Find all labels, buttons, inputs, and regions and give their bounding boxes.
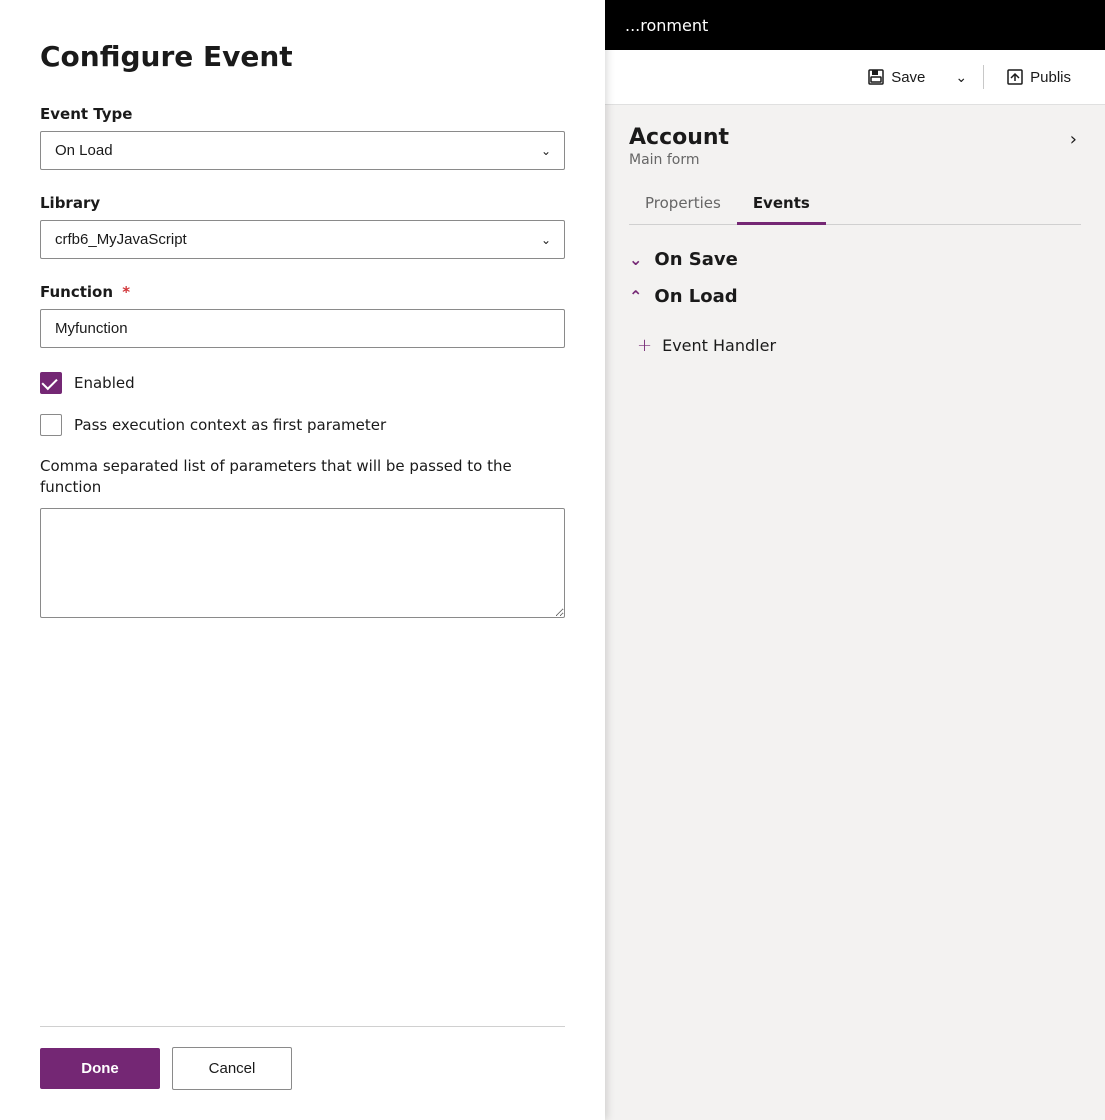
event-type-section: Event Type On Load On Save On Change ⌄ xyxy=(40,105,565,170)
on-load-group-header[interactable]: ⌃ On Load xyxy=(629,286,1081,307)
params-textarea[interactable] xyxy=(40,508,565,618)
cancel-button[interactable]: Cancel xyxy=(172,1047,292,1090)
library-section: Library crfb6_MyJavaScript ⌄ xyxy=(40,194,565,259)
publish-icon xyxy=(1006,68,1024,86)
pass-context-label: Pass execution context as first paramete… xyxy=(74,416,386,434)
configure-event-dialog: Configure Event Event Type On Load On Sa… xyxy=(0,0,605,1120)
save-dropdown-button[interactable]: ⌄ xyxy=(947,63,975,92)
event-handler-row[interactable]: + Event Handler xyxy=(637,335,1081,356)
pass-context-checkbox[interactable] xyxy=(40,414,62,436)
publish-button[interactable]: Publis xyxy=(992,62,1085,92)
function-input[interactable] xyxy=(40,309,565,348)
right-content: Account Main form › Properties Events ⌄ … xyxy=(605,105,1105,376)
on-save-title: On Save xyxy=(654,249,737,270)
account-info: Account Main form xyxy=(629,125,729,168)
app-header: ...ronment xyxy=(605,0,1105,50)
save-icon xyxy=(867,68,885,86)
dialog-scroll-area: Event Type On Load On Save On Change ⌄ L… xyxy=(40,105,565,1026)
function-section: Function * xyxy=(40,283,565,348)
save-button[interactable]: Save xyxy=(853,62,939,92)
function-label: Function * xyxy=(40,283,565,301)
toolbar: Save ⌄ Publis xyxy=(605,50,1105,105)
pass-context-checkbox-wrapper[interactable] xyxy=(40,414,62,436)
right-panel: ...ronment Save ⌄ Publis Accoun xyxy=(605,0,1105,1120)
event-handler-label: Event Handler xyxy=(662,336,776,355)
account-section: Account Main form › xyxy=(629,125,1081,168)
account-title: Account xyxy=(629,125,729,150)
event-type-select[interactable]: On Load On Save On Change xyxy=(40,131,565,170)
on-save-collapse-icon: ⌄ xyxy=(629,250,642,269)
on-load-expand-icon: ⌃ xyxy=(629,287,642,306)
on-save-group-header[interactable]: ⌄ On Save xyxy=(629,249,1081,270)
dialog-footer: Done Cancel xyxy=(40,1026,565,1120)
enabled-checkbox[interactable] xyxy=(40,372,62,394)
add-event-handler-icon: + xyxy=(637,335,652,356)
library-label: Library xyxy=(40,194,565,212)
done-button[interactable]: Done xyxy=(40,1048,160,1089)
account-subtitle: Main form xyxy=(629,152,729,168)
tabs-row: Properties Events xyxy=(629,184,1081,225)
params-label: Comma separated list of parameters that … xyxy=(40,456,565,498)
tab-events[interactable]: Events xyxy=(737,184,826,225)
on-load-title: On Load xyxy=(654,286,737,307)
toolbar-divider xyxy=(983,65,984,89)
library-select-wrapper: crfb6_MyJavaScript ⌄ xyxy=(40,220,565,259)
library-select[interactable]: crfb6_MyJavaScript xyxy=(40,220,565,259)
account-expand-icon[interactable]: › xyxy=(1066,125,1081,154)
event-type-label: Event Type xyxy=(40,105,565,123)
enabled-label: Enabled xyxy=(74,374,135,392)
enabled-checkbox-wrapper[interactable] xyxy=(40,372,62,394)
app-header-text: ...ronment xyxy=(625,16,708,35)
enabled-checkbox-row[interactable]: Enabled xyxy=(40,372,565,394)
pass-context-checkbox-row[interactable]: Pass execution context as first paramete… xyxy=(40,414,565,436)
dialog-title: Configure Event xyxy=(40,40,565,73)
events-section: ⌄ On Save ⌃ On Load + Event Handler xyxy=(629,249,1081,356)
event-type-select-wrapper: On Load On Save On Change ⌄ xyxy=(40,131,565,170)
tab-properties[interactable]: Properties xyxy=(629,184,737,225)
function-required-indicator: * xyxy=(122,283,130,301)
params-section: Comma separated list of parameters that … xyxy=(40,456,565,622)
